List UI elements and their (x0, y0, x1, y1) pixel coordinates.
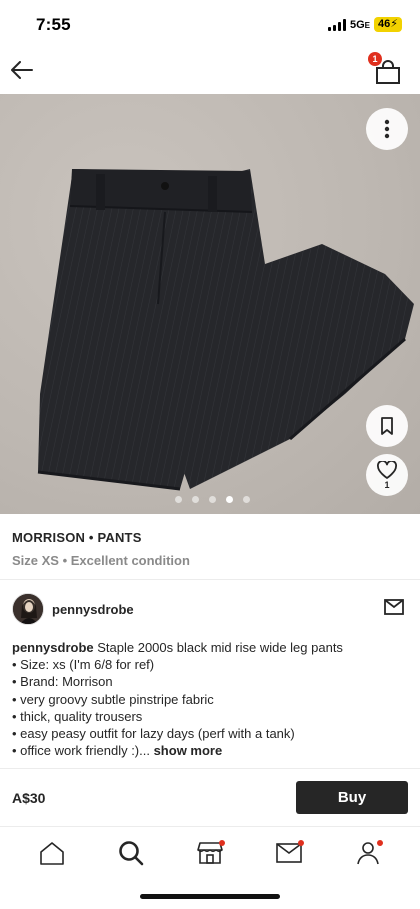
product-info: MORRISON • PANTS Size XS • Excellent con… (12, 530, 408, 568)
inbox-icon (276, 842, 302, 863)
gallery-dot[interactable] (191, 496, 199, 503)
profile-notification-dot (377, 839, 384, 846)
bag-count-badge: 1 (368, 52, 382, 66)
bookmark-icon (381, 417, 393, 435)
gallery-pagination (0, 496, 420, 503)
description-first-line: pennysdrobe Staple 2000s black mid rise … (12, 640, 343, 655)
pants-photo (37, 169, 414, 491)
tab-inbox[interactable] (269, 833, 309, 873)
heart-icon (377, 460, 397, 479)
product-title: MORRISON • PANTS (12, 530, 142, 545)
show-more-link[interactable]: show more (154, 743, 223, 758)
like-count: 1 (384, 479, 390, 490)
gallery-dot[interactable] (208, 496, 216, 503)
product-description: pennysdrobe Staple 2000s black mid rise … (12, 639, 408, 759)
divider (0, 579, 420, 580)
description-username[interactable]: pennysdrobe (12, 640, 94, 655)
product-details: Size XS • Excellent condition (12, 553, 190, 568)
envelope-icon (384, 599, 404, 615)
status-indicators: 5GE 46⚡ (327, 17, 402, 32)
tab-profile[interactable] (348, 833, 388, 873)
tab-home[interactable] (32, 833, 72, 873)
description-line: • easy peasy outfit for lazy days (perf … (12, 726, 295, 742)
arrow-left-icon (11, 61, 33, 79)
seller-username[interactable]: pennysdrobe (52, 602, 134, 617)
tab-bar (0, 826, 420, 878)
price: A$30 (12, 790, 46, 806)
purchase-bar: A$30 Buy (0, 768, 420, 826)
avatar-image (13, 594, 43, 624)
description-line: • very groovy subtle pinstripe fabric (12, 691, 214, 707)
description-line: • thick, quality trousers (12, 708, 143, 724)
save-button[interactable] (366, 405, 408, 447)
more-vertical-icon (384, 119, 390, 139)
description-last-line: • office work friendly :)... show more (12, 743, 223, 759)
network-label: 5GE (349, 18, 371, 31)
description-line: • Size: xs (I'm 6/8 for ref) (12, 657, 155, 673)
back-button[interactable] (8, 56, 36, 84)
seller-row[interactable]: pennysdrobe (12, 593, 408, 627)
description-line: • Brand: Morrison (12, 674, 113, 690)
home-indicator (140, 894, 280, 899)
product-image[interactable]: 1 (0, 94, 420, 514)
gallery-dot[interactable] (225, 496, 233, 503)
more-options-button[interactable] (366, 108, 408, 150)
bag-button[interactable]: 1 (368, 52, 404, 88)
tab-search[interactable] (111, 833, 151, 873)
tab-shop[interactable] (190, 833, 230, 873)
shop-notification-dot (218, 839, 225, 846)
like-button[interactable]: 1 (366, 454, 408, 496)
status-time: 7:55 (36, 15, 71, 34)
search-icon (118, 840, 144, 865)
avatar[interactable] (12, 593, 44, 625)
message-seller-button[interactable] (384, 599, 408, 619)
gallery-dot[interactable] (174, 496, 182, 503)
inbox-notification-dot (298, 839, 305, 846)
home-icon (39, 841, 64, 865)
status-bar: 7:55 5GE 46⚡ (0, 0, 420, 48)
nav-header: 1 (0, 48, 420, 94)
gallery-dot[interactable] (242, 496, 250, 503)
buy-button[interactable]: Buy (296, 781, 408, 814)
signal-icon (327, 18, 346, 31)
battery-icon: 46⚡ (374, 17, 402, 32)
